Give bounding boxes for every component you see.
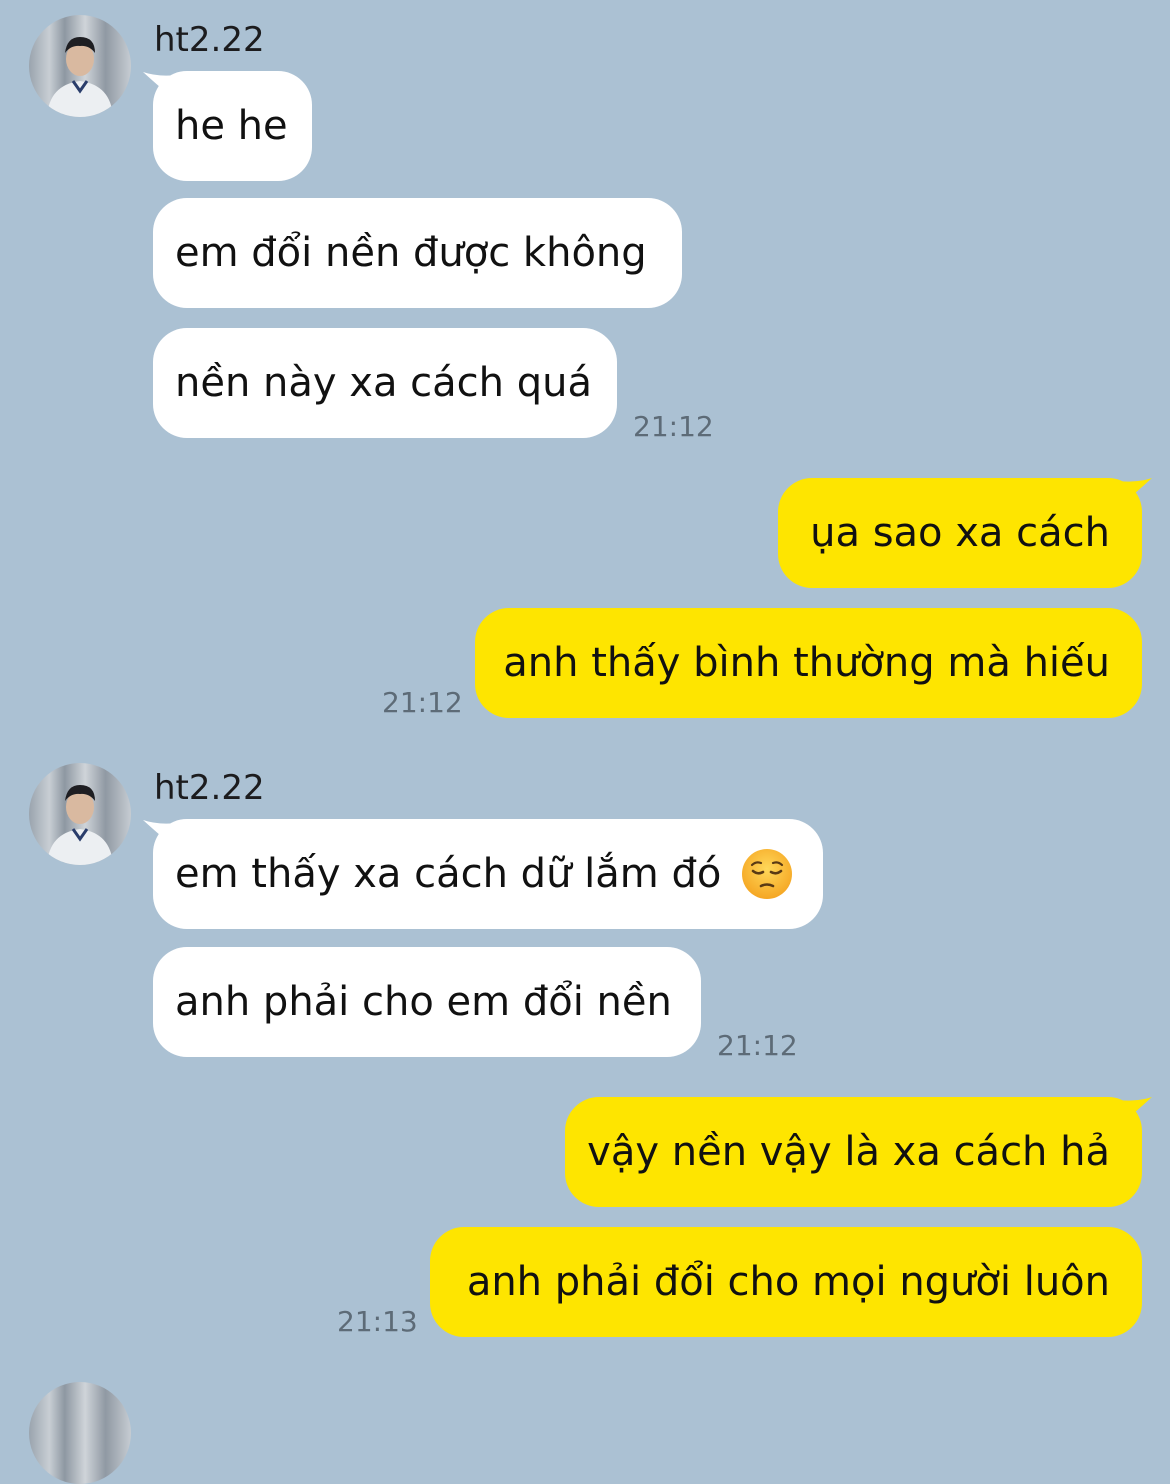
profile-photo-icon bbox=[47, 37, 113, 117]
message-text: anh phải đổi cho mọi người luôn bbox=[466, 1259, 1110, 1305]
sender-name: ht2.22 bbox=[154, 768, 265, 808]
outgoing-message[interactable]: anh thấy bình thường mà hiếu bbox=[475, 608, 1142, 718]
sender-avatar[interactable] bbox=[29, 763, 131, 865]
outgoing-message[interactable]: vậy nền vậy là xa cách hả bbox=[565, 1097, 1142, 1207]
message-timestamp: 21:12 bbox=[382, 686, 463, 719]
incoming-message[interactable]: anh phải cho em đổi nền bbox=[153, 947, 701, 1057]
message-text: anh thấy bình thường mà hiếu bbox=[503, 640, 1110, 686]
outgoing-message[interactable]: ụa sao xa cách bbox=[778, 478, 1142, 588]
message-text: em thấy xa cách dữ lắm đó bbox=[175, 851, 722, 897]
pensive-face-emoji-icon bbox=[742, 849, 793, 899]
sender-avatar[interactable] bbox=[29, 15, 131, 117]
sender-name: ht2.22 bbox=[154, 20, 265, 60]
incoming-message[interactable]: em đổi nền được không bbox=[153, 198, 682, 308]
incoming-message[interactable]: nền này xa cách quá bbox=[153, 328, 617, 438]
sender-avatar[interactable] bbox=[29, 1382, 131, 1484]
message-text: vậy nền vậy là xa cách hả bbox=[587, 1129, 1110, 1175]
message-timestamp: 21:12 bbox=[717, 1029, 798, 1062]
message-text: ụa sao xa cách bbox=[810, 510, 1110, 556]
profile-photo-icon bbox=[47, 785, 113, 865]
message-text: em đổi nền được không bbox=[175, 230, 647, 276]
outgoing-message[interactable]: anh phải đổi cho mọi người luôn bbox=[430, 1227, 1142, 1337]
message-text: anh phải cho em đổi nền bbox=[175, 979, 672, 1025]
message-text: nền này xa cách quá bbox=[175, 360, 592, 406]
message-timestamp: 21:13 bbox=[337, 1305, 418, 1338]
message-timestamp: 21:12 bbox=[633, 410, 714, 443]
message-text: he he bbox=[175, 103, 288, 149]
incoming-message[interactable]: em thấy xa cách dữ lắm đó bbox=[153, 819, 823, 929]
incoming-message[interactable]: he he bbox=[153, 71, 312, 181]
